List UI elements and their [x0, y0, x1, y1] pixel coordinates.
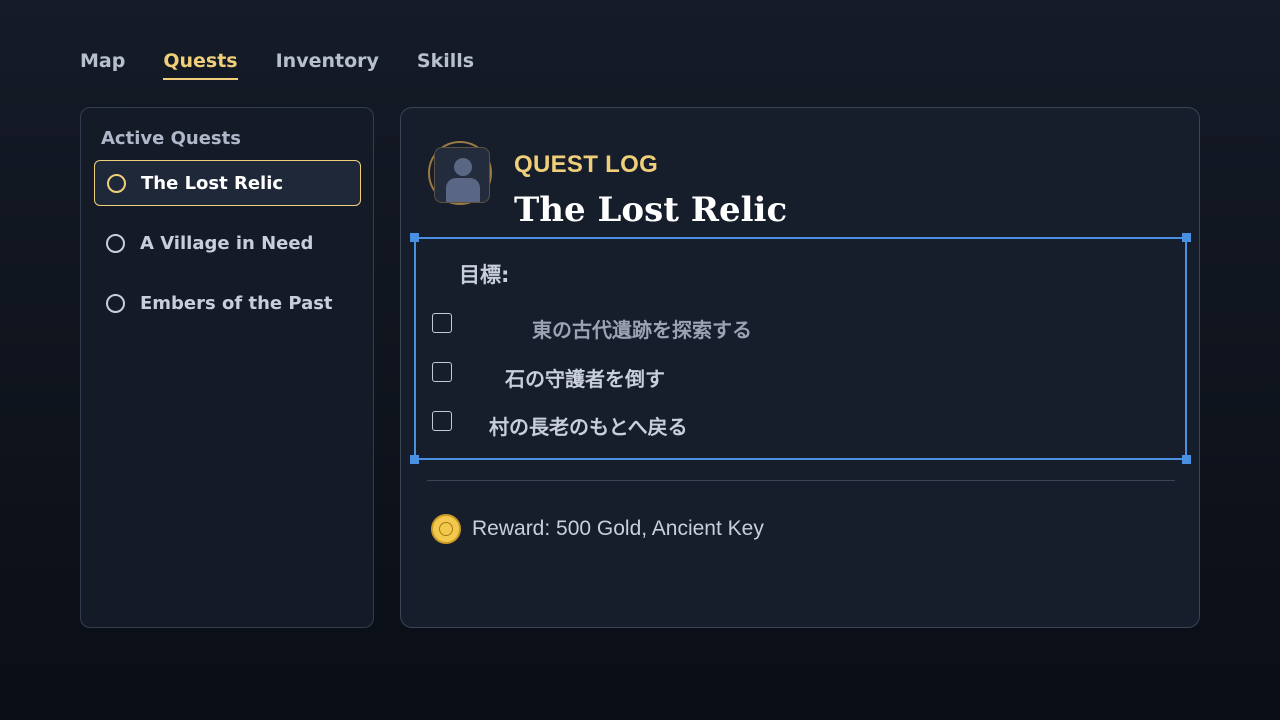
resize-handle-top-right[interactable] — [1182, 233, 1191, 242]
person-body-icon — [446, 178, 480, 202]
resize-handle-top-left[interactable] — [410, 233, 419, 242]
tab-skills[interactable]: Skills — [417, 48, 474, 80]
tab-inventory[interactable]: Inventory — [276, 48, 379, 80]
tab-quests[interactable]: Quests — [163, 48, 238, 80]
objective-checkbox[interactable] — [432, 312, 452, 333]
resize-handle-bottom-right[interactable] — [1182, 455, 1191, 464]
reward-row: Reward: 500 Gold, Ancient Key — [431, 514, 764, 544]
section-divider — [427, 480, 1175, 481]
quest-item-the-lost-relic[interactable]: The Lost Relic — [94, 160, 361, 206]
quest-item-label: Embers of the Past — [140, 292, 333, 314]
quest-status-ring-icon — [106, 293, 125, 313]
quest-detail-panel: QUEST LOG The Lost Relic 目標: 東の古代遺跡を探索する… — [400, 107, 1200, 628]
quest-item-a-village-in-need[interactable]: A Village in Need — [94, 220, 361, 266]
person-head-icon — [454, 158, 472, 176]
game-quest-screen: Map Quests Inventory Skills Active Quest… — [0, 0, 1280, 720]
resize-handle-bottom-left[interactable] — [410, 455, 419, 464]
quest-list-panel: Active Quests The Lost Relic A Village i… — [80, 107, 374, 628]
quest-giver-portrait — [428, 141, 492, 205]
reward-text: Reward: 500 Gold, Ancient Key — [472, 517, 764, 540]
objective-checkbox[interactable] — [432, 361, 452, 382]
top-nav: Map Quests Inventory Skills — [80, 48, 474, 80]
quest-title: The Lost Relic — [514, 190, 788, 230]
quest-status-ring-icon — [106, 233, 125, 253]
objectives-box[interactable]: 目標: 東の古代遺跡を探索する 石の守護者を倒す 村の長老のもとへ戻る — [410, 233, 1191, 464]
objective-row: 村の長老のもとへ戻る — [432, 401, 688, 440]
quest-list-title: Active Quests — [101, 128, 241, 149]
gold-coin-icon — [431, 514, 461, 544]
quest-status-ring-icon — [107, 173, 126, 193]
quest-item-label: A Village in Need — [140, 232, 314, 254]
quest-item-embers-of-the-past[interactable]: Embers of the Past — [94, 280, 361, 326]
objective-text: 石の守護者を倒す — [505, 367, 665, 391]
portrait-frame — [434, 147, 490, 203]
quest-item-label: The Lost Relic — [141, 172, 284, 194]
objective-text: 村の長老のもとへ戻る — [489, 415, 688, 439]
quest-log-label: QUEST LOG — [514, 151, 659, 178]
objective-row: 石の守護者を倒す — [432, 351, 665, 392]
objective-text: 東の古代遺跡を探索する — [532, 318, 752, 342]
tab-map[interactable]: Map — [80, 48, 125, 80]
objective-row: 東の古代遺跡を探索する — [432, 302, 752, 343]
objective-checkbox[interactable] — [432, 410, 452, 431]
objectives-heading: 目標: — [459, 263, 510, 287]
